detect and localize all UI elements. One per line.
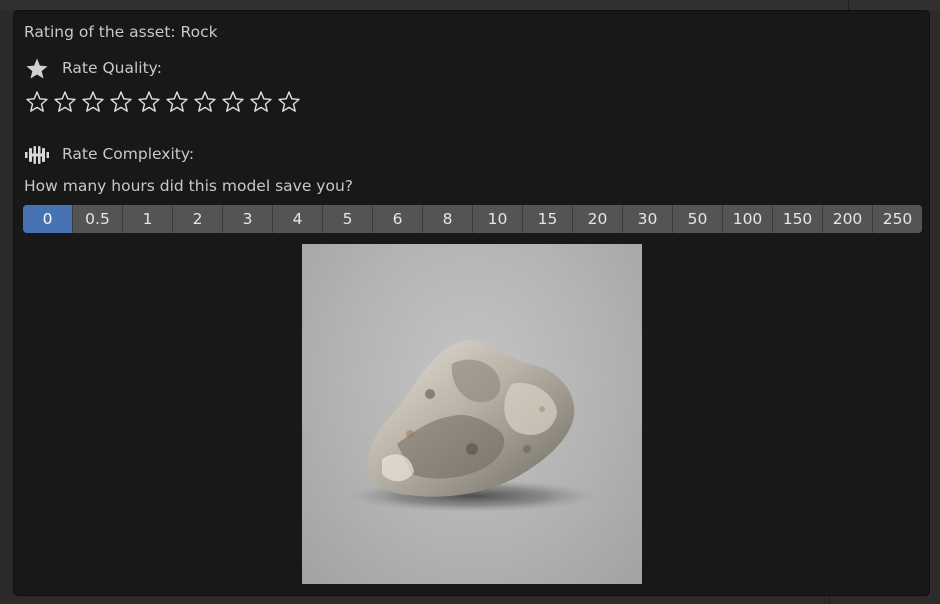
- star-outline-icon: [222, 91, 244, 112]
- star-outline-icon: [82, 91, 104, 112]
- hours-option-14[interactable]: 100: [723, 205, 773, 233]
- asset-preview: [302, 244, 642, 584]
- quality-star-10[interactable]: [275, 88, 303, 116]
- quality-star-9[interactable]: [247, 88, 275, 116]
- star-outline-icon: [54, 91, 76, 112]
- star-outline-icon: [166, 91, 188, 112]
- hours-question: How many hours did this model save you?: [24, 177, 353, 195]
- hours-option-3[interactable]: 2: [173, 205, 223, 233]
- hours-option-4[interactable]: 3: [223, 205, 273, 233]
- hours-option-17[interactable]: 250: [873, 205, 922, 233]
- quality-star-5[interactable]: [135, 88, 163, 116]
- panel-title: Rating of the asset: Rock: [24, 23, 218, 41]
- hours-option-2[interactable]: 1: [123, 205, 173, 233]
- footer-divider: [829, 596, 830, 604]
- quality-star-7[interactable]: [191, 88, 219, 116]
- rating-panel: Rating of the asset: Rock Rate Quality: …: [13, 10, 930, 596]
- hours-selector: 0 0.5 1 2 3 4 5 6 8 10 15 20 30 50 100 150 200 250: [23, 205, 922, 233]
- hours-option-6[interactable]: 5: [323, 205, 373, 233]
- hours-option-12[interactable]: 30: [623, 205, 673, 233]
- quality-star-8[interactable]: [219, 88, 247, 116]
- dumbbell-icon: [25, 146, 49, 164]
- hours-option-15[interactable]: 150: [773, 205, 823, 233]
- hours-option-0[interactable]: 0: [23, 205, 73, 233]
- hours-option-16[interactable]: 200: [823, 205, 873, 233]
- star-outline-icon: [110, 91, 132, 112]
- quality-label: Rate Quality:: [62, 59, 162, 77]
- quality-star-4[interactable]: [107, 88, 135, 116]
- window-header-strip: [0, 0, 940, 10]
- quality-star-1[interactable]: [23, 88, 51, 116]
- rock-thumbnail: [347, 339, 597, 512]
- quality-star-3[interactable]: [79, 88, 107, 116]
- quality-stars: [23, 88, 303, 116]
- complexity-label: Rate Complexity:: [62, 145, 195, 163]
- star-outline-icon: [26, 91, 48, 112]
- hours-option-9[interactable]: 10: [473, 205, 523, 233]
- hours-option-10[interactable]: 15: [523, 205, 573, 233]
- star-outline-icon: [194, 91, 216, 112]
- hours-option-5[interactable]: 4: [273, 205, 323, 233]
- quality-star-2[interactable]: [51, 88, 79, 116]
- quality-star-6[interactable]: [163, 88, 191, 116]
- hours-option-1[interactable]: 0.5: [73, 205, 123, 233]
- star-outline-icon: [250, 91, 272, 112]
- star-icon: [26, 58, 48, 79]
- star-outline-icon: [138, 91, 160, 112]
- hours-option-7[interactable]: 6: [373, 205, 423, 233]
- star-outline-icon: [278, 91, 300, 112]
- hours-option-13[interactable]: 50: [673, 205, 723, 233]
- hours-option-8[interactable]: 8: [423, 205, 473, 233]
- header-divider: [848, 0, 849, 10]
- hours-option-11[interactable]: 20: [573, 205, 623, 233]
